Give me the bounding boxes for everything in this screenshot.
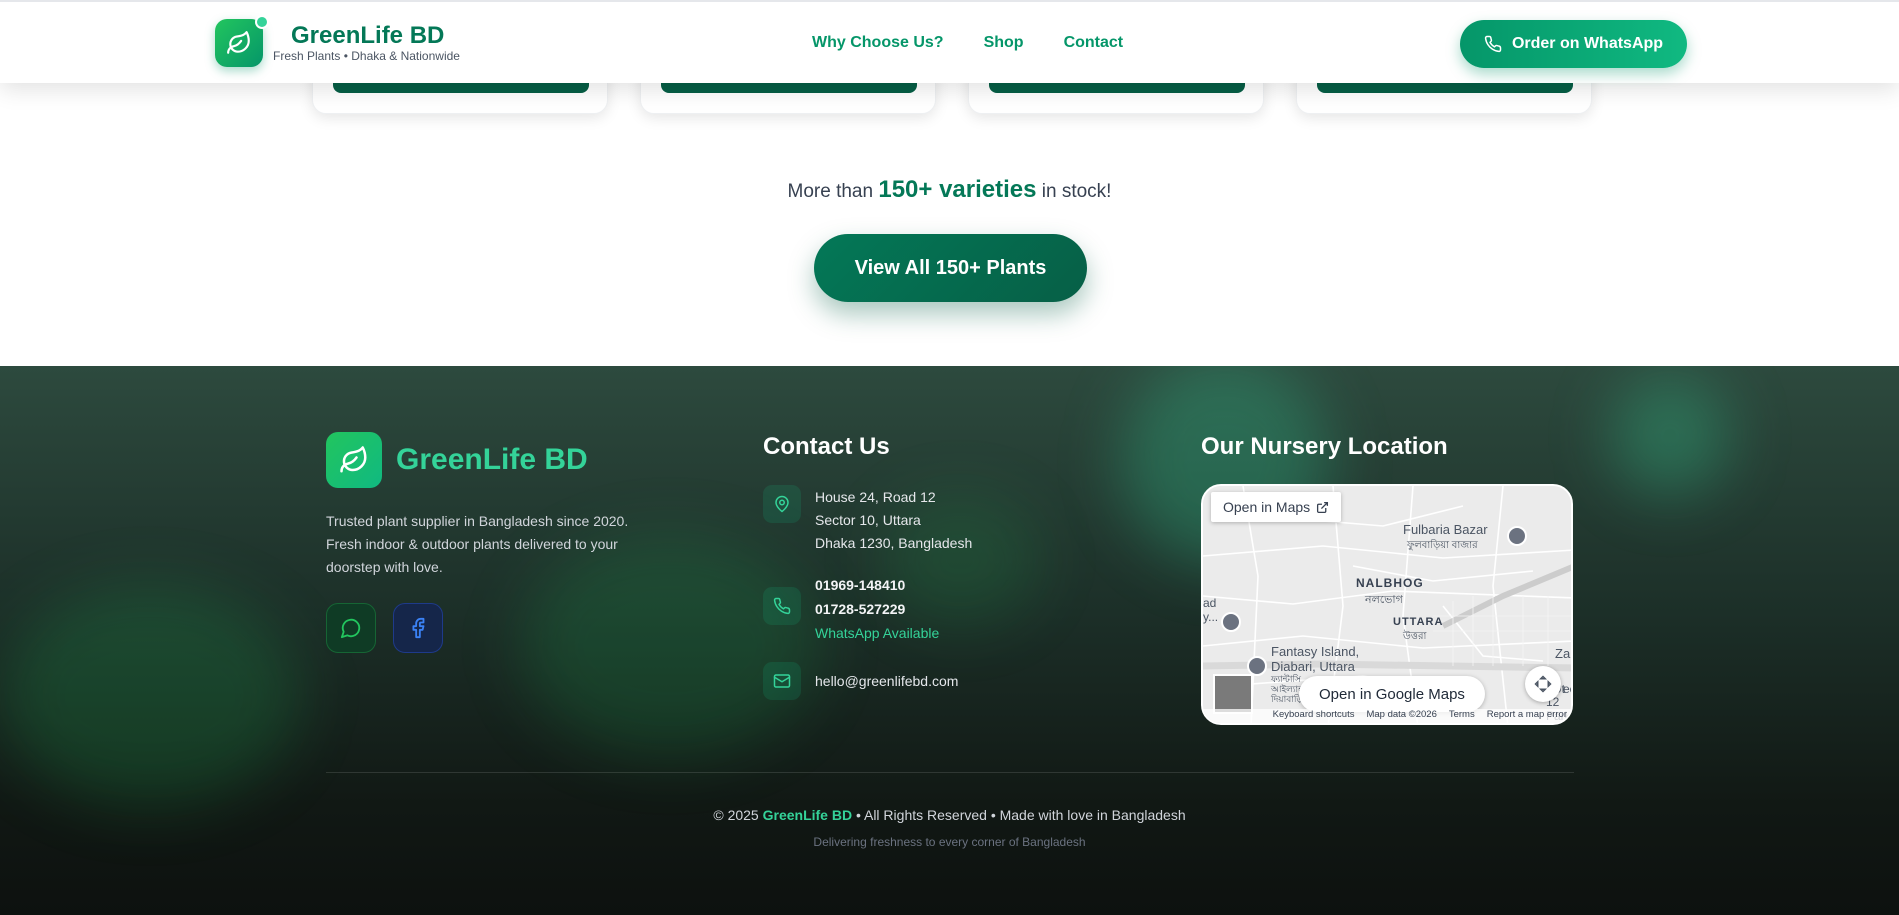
open-in-google-maps-button[interactable]: Open in Google Maps [1299, 676, 1485, 712]
report-map-error-link[interactable]: Report a map error [1487, 709, 1567, 723]
map-label: Za [1555, 646, 1571, 661]
map-marker[interactable] [1221, 612, 1241, 632]
address-line: Sector 10, Uttara [815, 512, 921, 528]
map-attribution: Keyboard shortcuts Map data ©2026 Terms … [1203, 709, 1571, 723]
footer-description: Trusted plant supplier in Bangladesh sin… [326, 513, 629, 575]
copyright-brand: GreenLife BD [762, 807, 853, 823]
footer-divider [326, 772, 1574, 773]
view-all-plants-button[interactable]: View All 150+ Plants [814, 234, 1087, 302]
stock-message: More than 150+ varieties in stock! [0, 176, 1899, 204]
chat-icon [340, 618, 361, 639]
map-label: ec [1563, 682, 1571, 696]
embedded-map[interactable]: Open in Maps Fulbaria Bazar ফুলবাড়িয়া … [1201, 484, 1573, 725]
email[interactable]: hello@greenlifebd.com [815, 670, 958, 693]
address-line: House 24, Road 12 [815, 489, 936, 505]
stock-highlight: 150+ varieties [878, 176, 1037, 203]
brand-logo [215, 15, 269, 67]
address-line: Dhaka 1230, Bangladesh [815, 535, 973, 551]
footer-tagline: Delivering freshness to every corner of … [813, 835, 1086, 849]
contact-title: Contact Us [763, 433, 890, 460]
map-label: NALBHOG [1356, 576, 1424, 590]
footer-brand-name: GreenLife BD [396, 443, 588, 476]
map-label: y... [1203, 610, 1219, 624]
address: House 24, Road 12 Sector 10, Uttara Dhak… [815, 486, 972, 555]
phone-icon-box [763, 587, 801, 625]
site-header: GreenLife BD Fresh Plants • Dhaka & Nati… [0, 0, 1899, 83]
map-label: ad [1203, 596, 1217, 610]
map-data-credit: Map data ©2026 [1366, 709, 1437, 720]
footer-brand: GreenLife BD [326, 432, 588, 488]
copyright-year: © 2025 [713, 807, 759, 823]
brand-name: GreenLife BD [291, 22, 445, 49]
brand[interactable]: GreenLife BD Fresh Plants • Dhaka & Nati… [215, 15, 460, 67]
map-layer-toggle[interactable] [1213, 674, 1253, 714]
nav-why-choose-us[interactable]: Why Choose Us? [812, 34, 944, 52]
map-label: Fulbaria Bazar [1403, 522, 1488, 537]
stock-prefix: More than [787, 181, 874, 202]
status-dot [255, 15, 269, 29]
map-label: Fantasy Island, [1271, 644, 1360, 659]
map-label: Diabari, Uttara [1271, 659, 1355, 674]
copyright: © 2025 GreenLife BD • All Rights Reserve… [0, 807, 1899, 823]
map-label: UTTARA [1393, 616, 1444, 628]
phone-number[interactable]: 01728-527229 [815, 597, 939, 621]
leaf-icon [227, 31, 250, 54]
map-label: উত্তরা [1403, 631, 1427, 642]
fullscreen-button[interactable] [1525, 666, 1561, 702]
keyboard-shortcuts-link[interactable]: Keyboard shortcuts [1273, 709, 1355, 723]
open-in-maps-label: Open in Maps [1223, 499, 1311, 515]
main-nav: Why Choose Us? Shop Contact [812, 34, 1123, 52]
map-marker[interactable] [1507, 526, 1527, 546]
phone-icon [1484, 35, 1502, 53]
terms-link[interactable]: Terms [1449, 709, 1475, 723]
map-label: নলভোগ [1365, 594, 1403, 606]
nav-contact[interactable]: Contact [1064, 34, 1124, 52]
phones: 01969-148410 01728-527229 WhatsApp Avail… [815, 573, 939, 645]
order-whatsapp-label: Order on WhatsApp [1511, 35, 1664, 52]
site-footer: GreenLife BD Trusted plant supplier in B… [0, 366, 1899, 915]
external-link-icon [1317, 501, 1329, 513]
facebook-social-button[interactable] [393, 603, 443, 653]
mail-icon [773, 674, 791, 688]
stock-suffix: in stock! [1041, 181, 1112, 202]
order-whatsapp-button[interactable]: Order on WhatsApp [1460, 20, 1687, 68]
map-label: ফুলবাড়িয়া বাজার [1407, 540, 1478, 551]
phone-number[interactable]: 01969-148410 [815, 573, 939, 597]
open-in-maps-link[interactable]: Open in Maps [1211, 492, 1342, 522]
email-icon-box [763, 662, 801, 700]
address-icon-box [763, 485, 801, 523]
map-pin-icon [775, 495, 789, 513]
leaf-icon [340, 446, 367, 473]
whatsapp-social-button[interactable] [326, 603, 376, 653]
nav-shop[interactable]: Shop [984, 34, 1024, 52]
phone-icon [773, 597, 791, 615]
footer-logo [326, 432, 382, 488]
brand-tagline: Fresh Plants • Dhaka & Nationwide [273, 49, 460, 63]
whatsapp-available: WhatsApp Available [815, 625, 940, 641]
location-title: Our Nursery Location [1201, 433, 1448, 460]
map-marker[interactable] [1247, 656, 1267, 676]
copyright-text: • All Rights Reserved • Made with love i… [855, 807, 1186, 823]
facebook-icon [412, 617, 425, 639]
fullscreen-icon [1534, 675, 1552, 693]
